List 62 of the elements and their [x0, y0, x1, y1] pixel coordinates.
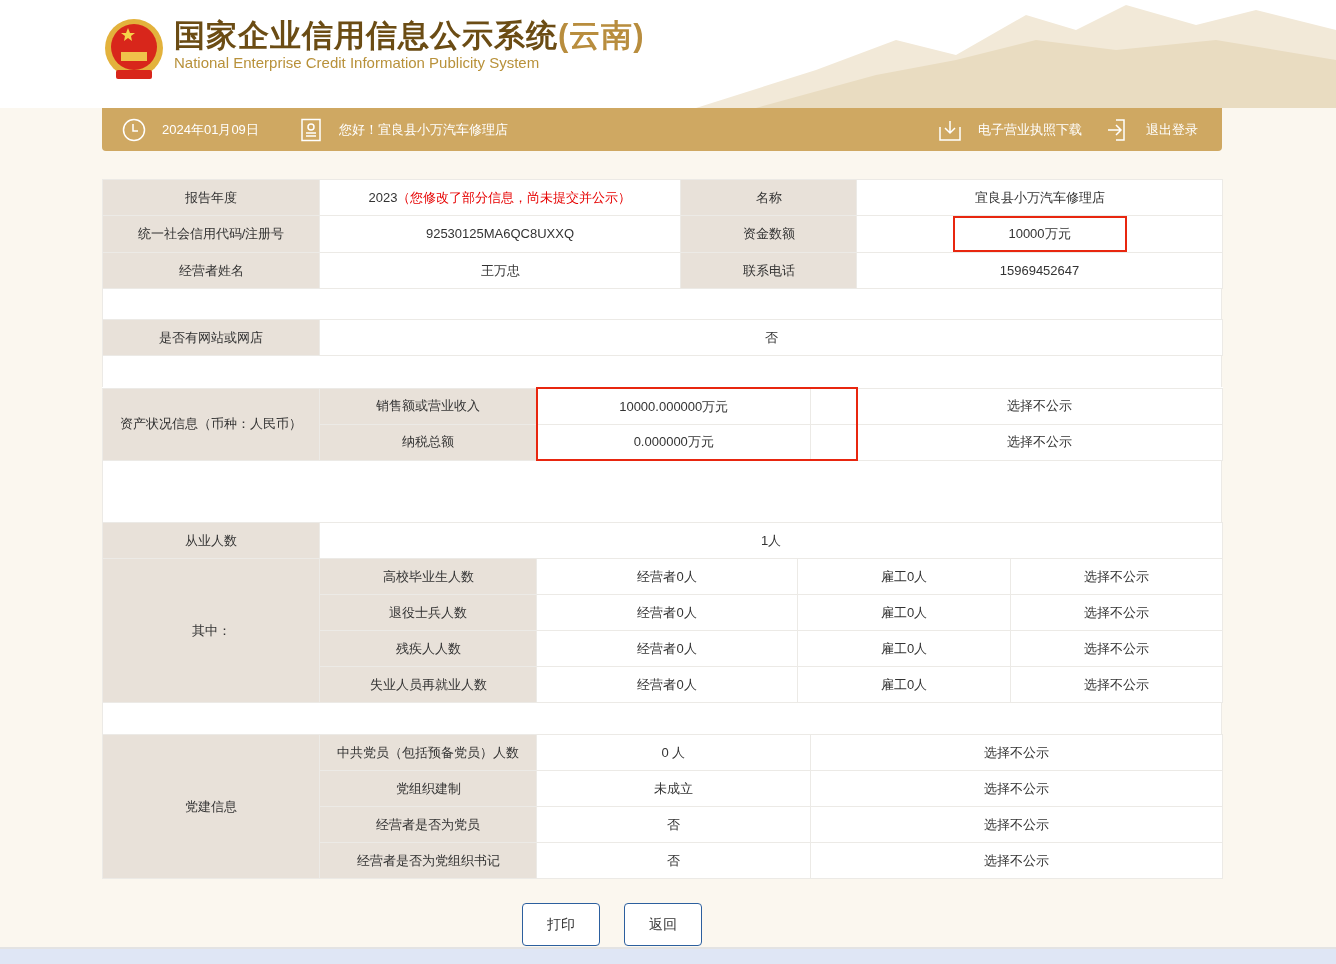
field-value: 宜良县小万汽车修理店 — [856, 179, 1223, 216]
greeting-text: 您好！宜良县小万汽车修理店 — [338, 120, 508, 139]
field-value: 经营者0人 — [536, 558, 798, 595]
region-title: (云南) — [558, 18, 645, 53]
field-label: 统一社会信用代码/注册号 — [102, 215, 320, 253]
field-label: 党组织建制 — [319, 770, 537, 807]
field-value: 否 — [536, 806, 811, 843]
field-value: 1人 — [319, 522, 1223, 559]
field-value: 未成立 — [536, 770, 811, 807]
field-value: 雇工0人 — [797, 630, 1011, 667]
field-value: 雇工0人 — [797, 558, 1011, 595]
field-label: 中共党员（包括预备党员）人数 — [319, 734, 537, 771]
field-label: 经营者姓名 — [102, 252, 320, 289]
disclosure-status: 选择不公示 — [1010, 630, 1223, 667]
field-label: 销售额或营业收入 — [319, 388, 537, 424]
field-value: 经营者0人 — [536, 630, 798, 667]
field-value: 92530125MA6QC8UXXQ — [319, 215, 681, 253]
field-label: 资金数额 — [680, 215, 857, 253]
field-label: 从业人数 — [102, 522, 320, 559]
field-label: 报告年度 — [102, 179, 320, 216]
disclosure-status: 选择不公示 — [1010, 558, 1223, 595]
disclosure-status: 选择不公示 — [1010, 666, 1223, 703]
field-value: 15969452647 — [856, 252, 1223, 289]
person-card-icon — [298, 117, 323, 142]
back-button[interactable]: 返回 — [624, 903, 702, 946]
field-value: 雇工0人 — [797, 594, 1011, 631]
field-label: 经营者是否为党组织书记 — [319, 842, 537, 879]
section-label: 资产状况信息（币种：人民币） — [102, 388, 320, 460]
field-label: 是否有网站或网店 — [102, 319, 320, 356]
section-label: 其中： — [102, 558, 320, 703]
field-label: 经营者是否为党员 — [319, 806, 537, 843]
field-label: 高校毕业生人数 — [319, 558, 537, 595]
site-subtitle: National Enterprise Credit Information Publicity System — [174, 53, 541, 72]
field-label: 纳税总额 — [319, 424, 537, 460]
field-value: 王万忠 — [319, 252, 681, 289]
section-label: 党建信息 — [102, 734, 320, 879]
field-value: 2023（您修改了部分信息，尚未提交并公示） — [319, 179, 681, 216]
field-value: 10000.000000万元 — [536, 388, 811, 424]
field-label: 联系电话 — [680, 252, 857, 289]
disclosure-status: 选择不公示 — [810, 842, 1223, 879]
disclosure-status: 选择不公示 — [810, 734, 1223, 771]
field-label: 名称 — [680, 179, 857, 216]
top-bar-date: 2024年01月09日 — [162, 120, 259, 139]
disclosure-status: 选择不公示 — [856, 424, 1223, 460]
field-value: 10000万元 — [952, 216, 1127, 252]
field-value: 经营者0人 — [536, 666, 798, 703]
field-value: 否 — [536, 842, 811, 879]
disclosure-status: 选择不公示 — [810, 770, 1223, 807]
disclosure-status: 选择不公示 — [1010, 594, 1223, 631]
field-value: 经营者0人 — [536, 594, 798, 631]
print-button[interactable]: 打印 — [522, 903, 600, 946]
site-title: 国家企业信用信息公示系统 — [174, 18, 558, 53]
disclosure-status: 选择不公示 — [856, 388, 1223, 424]
disclosure-status: 选择不公示 — [810, 806, 1223, 843]
field-value: 否 — [319, 319, 1223, 356]
field-value: 雇工0人 — [797, 666, 1011, 703]
field-label: 失业人员再就业人数 — [319, 666, 537, 703]
field-value: 0 人 — [536, 734, 811, 771]
field-label: 残疾人人数 — [319, 630, 537, 667]
field-label: 退役士兵人数 — [319, 594, 537, 631]
emblem-icon — [104, 18, 164, 82]
clock-icon — [122, 117, 146, 142]
